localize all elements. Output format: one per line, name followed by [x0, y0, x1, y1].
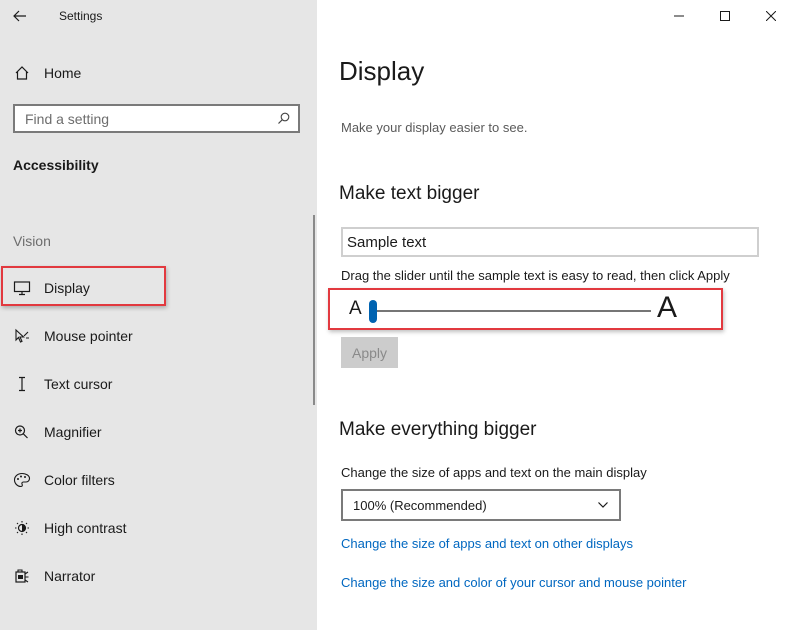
sidebar-item-magnifier[interactable]: Magnifier: [0, 408, 317, 456]
back-button[interactable]: [0, 0, 40, 32]
close-button[interactable]: [748, 0, 794, 32]
title-bar: Settings: [0, 0, 317, 32]
scale-dropdown-value: 100% (Recommended): [353, 497, 487, 513]
maximize-icon: [720, 11, 730, 21]
mouse-pointer-icon: [0, 328, 40, 344]
sample-text-box: Sample text: [341, 227, 759, 257]
nav-list: Display Mouse pointer Text cursor Magnif…: [0, 264, 317, 600]
group-heading-vision: Vision: [13, 233, 51, 249]
scale-description: Change the size of apps and text on the …: [341, 465, 647, 480]
sidebar-item-mouse-pointer[interactable]: Mouse pointer: [0, 312, 317, 360]
sidebar: Settings Home Accessibility Vision: [0, 0, 317, 630]
close-icon: [766, 11, 776, 21]
page-title: Display: [339, 56, 425, 86]
nav-home-label: Home: [44, 65, 82, 81]
sidebar-item-text-cursor[interactable]: Text cursor: [0, 360, 317, 408]
nav-home[interactable]: Home: [0, 56, 317, 90]
text-cursor-icon: [0, 376, 40, 392]
page-subtitle: Make your display easier to see.: [341, 120, 528, 135]
sidebar-item-label: Text cursor: [44, 376, 113, 392]
link-other-displays[interactable]: Change the size of apps and text on othe…: [341, 536, 633, 551]
slider-large-label: A: [657, 291, 678, 324]
main-content: Display Make your display easier to see.…: [317, 0, 794, 630]
selection-highlight-box: [1, 266, 166, 306]
maximize-button[interactable]: [702, 0, 748, 32]
sidebar-item-label: High contrast: [44, 520, 127, 536]
make-text-bigger-heading: Make text bigger: [339, 183, 480, 204]
search-box[interactable]: [13, 104, 300, 133]
app-title: Settings: [59, 9, 103, 23]
text-size-slider-track[interactable]: [371, 310, 651, 312]
chevron-down-icon: [598, 502, 608, 508]
link-cursor-settings[interactable]: Change the size and color of your cursor…: [341, 575, 686, 590]
search-icon: [278, 112, 290, 124]
make-everything-bigger-heading: Make everything bigger: [339, 419, 537, 440]
home-icon: [0, 65, 44, 81]
settings-window: Settings Home Accessibility Vision: [0, 0, 794, 630]
apply-button[interactable]: Apply: [341, 337, 398, 368]
back-arrow-icon: [13, 10, 26, 22]
scale-dropdown[interactable]: 100% (Recommended): [341, 489, 621, 521]
sidebar-item-color-filters[interactable]: Color filters: [0, 456, 317, 504]
narrator-icon: [0, 568, 40, 584]
sidebar-item-label: Color filters: [44, 472, 115, 488]
slider-small-label: A: [349, 298, 362, 319]
minimize-button[interactable]: [656, 0, 702, 32]
sidebar-item-label: Mouse pointer: [44, 328, 133, 344]
sidebar-scrollbar[interactable]: [313, 215, 315, 405]
high-contrast-icon: [0, 520, 40, 536]
color-filters-icon: [0, 472, 40, 488]
minimize-icon: [674, 15, 684, 17]
sidebar-item-narrator[interactable]: Narrator: [0, 552, 317, 600]
sidebar-item-label: Narrator: [44, 568, 96, 584]
section-heading: Accessibility: [13, 157, 99, 173]
magnifier-icon: [0, 424, 40, 440]
text-size-slider-thumb[interactable]: [369, 300, 377, 323]
search-input[interactable]: [25, 110, 265, 127]
sidebar-item-high-contrast[interactable]: High contrast: [0, 504, 317, 552]
window-controls: [656, 0, 794, 32]
slider-hint: Drag the slider until the sample text is…: [341, 268, 730, 283]
sidebar-item-label: Magnifier: [44, 424, 102, 440]
